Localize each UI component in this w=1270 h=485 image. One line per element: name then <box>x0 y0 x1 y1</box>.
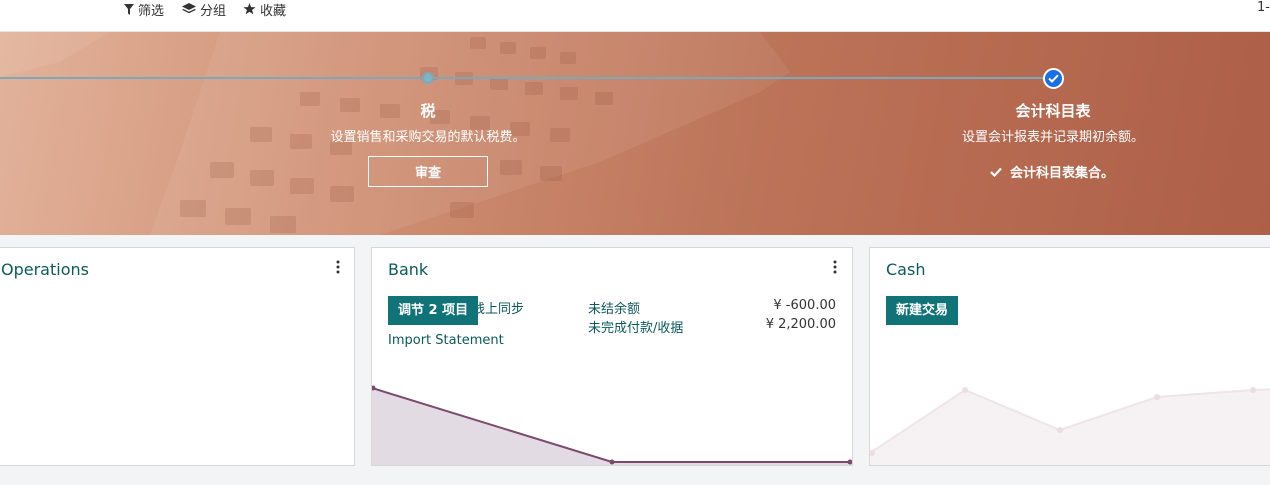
outstanding-payments-value: ¥ 2,200.00 <box>765 317 836 332</box>
step-title-taxes: 税 <box>420 102 436 120</box>
group-by-button[interactable]: 分组 <box>182 0 227 19</box>
kebab-menu-icon[interactable] <box>832 260 838 274</box>
pager-value[interactable]: 1- <box>1257 0 1270 15</box>
favorites-button[interactable]: 收藏 <box>243 0 287 19</box>
outstanding-payments-label[interactable]: 未完成付款/收据 <box>588 317 683 336</box>
step-description-chart-of-accounts: 设置会计报表并记录期初余额。 <box>961 130 1144 145</box>
journal-title-operations[interactable]: Operations <box>1 260 89 279</box>
kebab-menu-icon[interactable] <box>335 260 341 274</box>
group-by-label: 分组 <box>200 3 227 19</box>
reconcile-items-button[interactable]: 调节 2 项目 <box>388 296 479 325</box>
layers-icon <box>182 3 196 14</box>
new-transaction-button[interactable]: 新建交易 <box>886 296 959 325</box>
chart-of-accounts-done-text: 会计科目表集合。 <box>1010 166 1115 181</box>
bank-balance-graph[interactable] <box>372 385 852 465</box>
balance-value: ¥ -600.00 <box>773 298 836 313</box>
control-panel: 筛选 分组 收藏 1- <box>0 0 1270 32</box>
review-taxes-button[interactable]: 审查 <box>368 156 488 187</box>
journal-card-operations: Operations <box>0 247 355 466</box>
step-complete-check-icon <box>1043 68 1064 89</box>
star-icon <box>243 3 256 15</box>
onboarding-banner: 税 设置销售和采购交易的默认税费。 审查 会计科目表 设置会计报表并记录期初余额… <box>0 32 1270 235</box>
filter-label: 筛选 <box>138 3 165 19</box>
import-statement-link[interactable]: Import Statement <box>388 333 504 348</box>
onboarding-progress-line <box>0 77 1055 79</box>
cash-balance-graph[interactable] <box>870 385 1270 465</box>
filter-button[interactable]: 筛选 <box>124 0 165 19</box>
online-sync-link[interactable]: 线上同步 <box>472 298 524 317</box>
journal-card-bank: Bank 线上同步 调节 2 项目 Import Statement 未结余额 … <box>371 247 853 466</box>
chart-of-accounts-done-status: 会计科目表集合。 <box>990 162 1114 181</box>
step-dot-taxes <box>422 72 434 84</box>
journal-title-bank[interactable]: Bank <box>388 260 428 279</box>
step-title-chart-of-accounts: 会计科目表 <box>1015 102 1091 120</box>
balance-label[interactable]: 未结余额 <box>588 298 640 317</box>
journal-title-cash[interactable]: Cash <box>886 260 925 279</box>
step-description-taxes: 设置销售和采购交易的默认税费。 <box>330 130 526 145</box>
favorites-label: 收藏 <box>260 3 287 19</box>
checkmark-icon <box>990 167 1002 177</box>
filter-icon <box>124 3 134 15</box>
journal-card-cash: Cash 新建交易 <box>869 247 1270 466</box>
